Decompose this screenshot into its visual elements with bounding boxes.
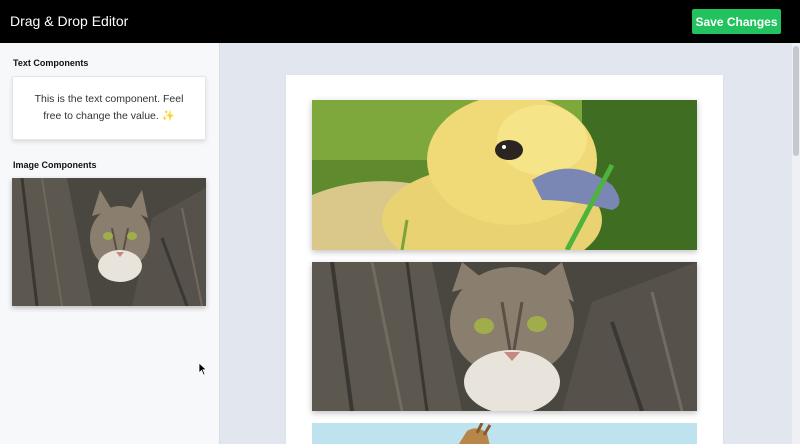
kitten-image [312,262,697,411]
text-component-value: This is the text component. Feel free to… [34,93,184,122]
canvas-image-kitten[interactable] [312,262,697,411]
mouse-cursor-icon [198,362,208,376]
save-changes-button[interactable]: Save Changes [692,9,781,34]
component-sidebar: Text Components This is the text compone… [0,43,220,444]
canvas-image-giraffe[interactable] [312,423,697,444]
canvas-image-duckling[interactable] [312,100,697,250]
kitten-image [12,178,206,306]
text-component-card[interactable]: This is the text component. Feel free to… [12,76,206,140]
canvas-scrollbar[interactable] [792,43,800,444]
image-components-heading: Image Components [13,160,97,170]
duckling-image [312,100,697,250]
canvas-scrollbar-thumb[interactable] [793,46,799,156]
top-bar: Drag & Drop Editor Save Changes [0,0,800,43]
app-title: Drag & Drop Editor [10,13,129,29]
canvas-page [286,75,723,444]
editor-canvas [220,43,800,444]
text-components-heading: Text Components [13,58,89,68]
giraffe-image [312,423,697,444]
image-component-kitten[interactable] [12,178,206,306]
